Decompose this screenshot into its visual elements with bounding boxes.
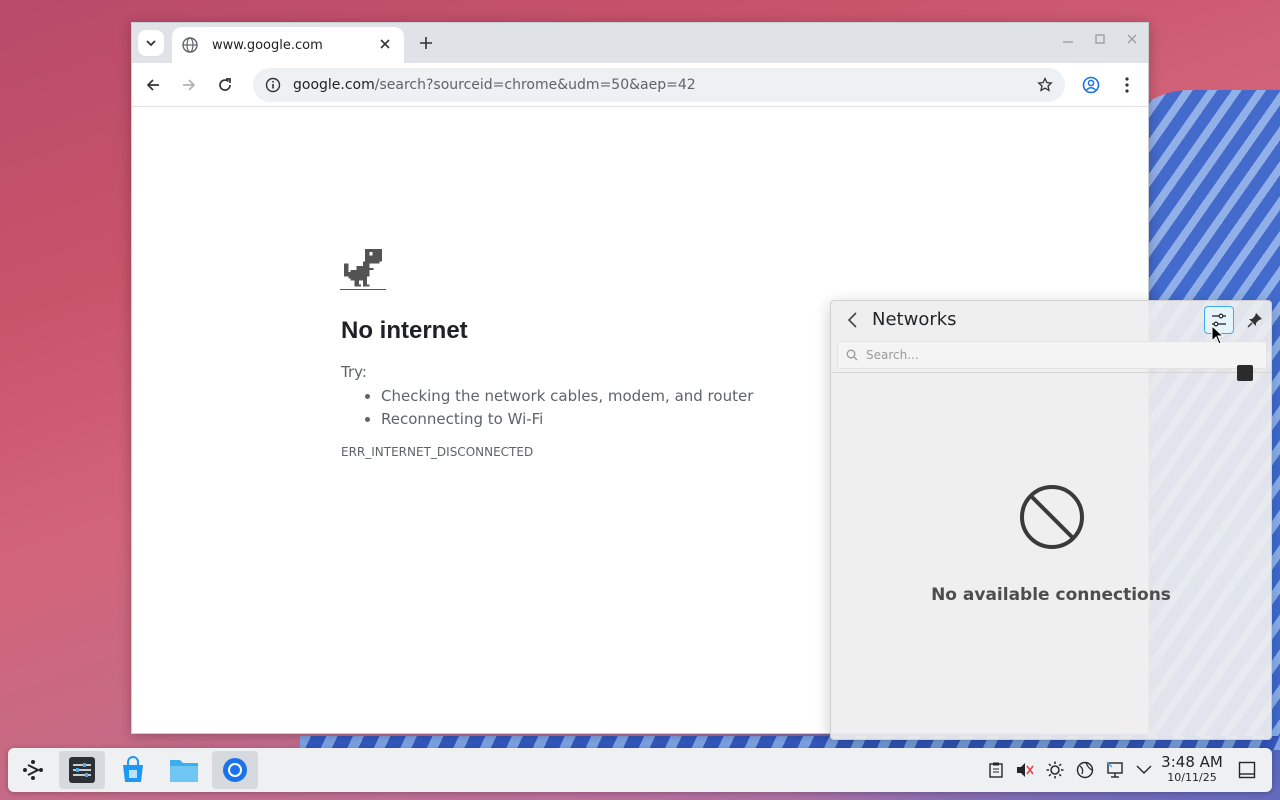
- network-wired-icon: [1106, 761, 1123, 778]
- back-button[interactable]: [843, 310, 863, 330]
- star-icon[interactable]: [1037, 77, 1053, 93]
- minimize-icon: [1063, 41, 1073, 43]
- arrow-left-icon: [146, 79, 159, 91]
- minimize-button[interactable]: [1060, 33, 1076, 49]
- reload-button[interactable]: [213, 73, 237, 97]
- new-tab-button[interactable]: [414, 31, 438, 55]
- arrow-right-icon: [183, 79, 196, 91]
- menu-button[interactable]: [1115, 73, 1139, 97]
- dinosaur-icon: [340, 249, 386, 290]
- taskbar-chrome[interactable]: [212, 751, 258, 789]
- globe-tray[interactable]: [1076, 761, 1094, 779]
- brightness-tray[interactable]: [1046, 761, 1064, 779]
- tab-google[interactable]: www.google.com: [172, 27, 404, 63]
- pin-icon: [1247, 313, 1262, 328]
- pin-button[interactable]: [1245, 310, 1265, 330]
- close-window-button[interactable]: [1124, 33, 1140, 49]
- networks-popup: Networks No available connections: [830, 300, 1272, 740]
- chevron-left-icon: [847, 312, 857, 328]
- maximize-icon: [1095, 34, 1105, 44]
- taskbar-discover[interactable]: [110, 751, 156, 789]
- chevron-down-icon: [1136, 765, 1152, 774]
- network-globe-icon: [1076, 761, 1094, 779]
- network-tray[interactable]: [1106, 761, 1124, 779]
- suggestion-item: Checking the network cables, modem, and …: [381, 387, 753, 410]
- taskbar: 3:48 AM 10/11/25: [8, 748, 1272, 792]
- address-bar[interactable]: google.com/search?sourceid=chrome&udm=50…: [253, 68, 1065, 102]
- network-device-icon[interactable]: [1237, 365, 1253, 381]
- suggestion-item: Reconnecting to Wi-Fi: [381, 410, 753, 433]
- network-search-field[interactable]: [837, 341, 1267, 369]
- url-text[interactable]: google.com/search?sourceid=chrome&udm=50…: [293, 77, 1037, 93]
- mouse-cursor-icon: [1211, 325, 1225, 345]
- account-icon: [1082, 76, 1100, 94]
- brightness-icon: [1046, 761, 1064, 779]
- tab-title: www.google.com: [212, 37, 323, 53]
- forward-button[interactable]: [177, 73, 201, 97]
- url-path: /search?sourceid=chrome&udm=50&aep=42: [374, 77, 696, 93]
- plus-icon: [420, 37, 432, 49]
- volume-muted-icon: [1017, 763, 1034, 777]
- clipboard-icon: [989, 762, 1003, 778]
- networks-header: Networks: [831, 301, 1271, 339]
- maximize-button[interactable]: [1092, 33, 1108, 49]
- suggestions-list: Checking the network cables, modem, and …: [381, 387, 753, 433]
- tray-expander[interactable]: [1135, 761, 1153, 779]
- back-button[interactable]: [141, 73, 165, 97]
- window-controls: [1060, 33, 1140, 49]
- globe-icon: [182, 37, 198, 53]
- try-label: Try:: [341, 363, 367, 381]
- separator: [831, 372, 1271, 373]
- close-icon: [380, 39, 390, 49]
- tab-strip: www.google.com: [132, 23, 1148, 63]
- clock-date: 10/11/25: [1167, 771, 1217, 784]
- show-desktop-icon[interactable]: [1238, 761, 1256, 779]
- shopping-bag-icon: [123, 756, 143, 782]
- taskbar-system-settings[interactable]: [59, 751, 105, 789]
- chrome-icon: [223, 758, 247, 782]
- folder-icon: [170, 760, 198, 782]
- browser-toolbar: google.com/search?sourceid=chrome&udm=50…: [132, 63, 1148, 107]
- taskbar-file-manager[interactable]: [161, 751, 207, 789]
- settings-app-icon: [69, 757, 95, 783]
- clock-time: 3:48 AM: [1161, 753, 1223, 771]
- tab-search-button[interactable]: [138, 30, 164, 56]
- application-launcher[interactable]: [10, 751, 56, 789]
- error-title: No internet: [341, 317, 468, 344]
- no-entry-icon: [1020, 485, 1084, 549]
- launcher-icon: [23, 760, 43, 780]
- error-code: ERR_INTERNET_DISCONNECTED: [341, 445, 534, 459]
- kebab-menu-icon: [1125, 77, 1129, 93]
- chevron-down-icon: [146, 40, 156, 47]
- close-icon: [1127, 34, 1137, 44]
- tab-close-button[interactable]: [376, 37, 394, 53]
- profile-button[interactable]: [1079, 73, 1103, 97]
- reload-icon: [219, 78, 231, 91]
- info-icon[interactable]: [265, 77, 281, 93]
- empty-state-message: No available connections: [931, 585, 1171, 605]
- network-search-input[interactable]: [866, 348, 1246, 362]
- clipboard-tray[interactable]: [987, 761, 1005, 779]
- url-host: google.com: [293, 77, 375, 93]
- volume-tray[interactable]: [1016, 761, 1034, 779]
- networks-title: Networks: [872, 309, 957, 330]
- digital-clock[interactable]: 3:48 AM 10/11/25: [1160, 754, 1224, 785]
- search-icon: [846, 349, 858, 361]
